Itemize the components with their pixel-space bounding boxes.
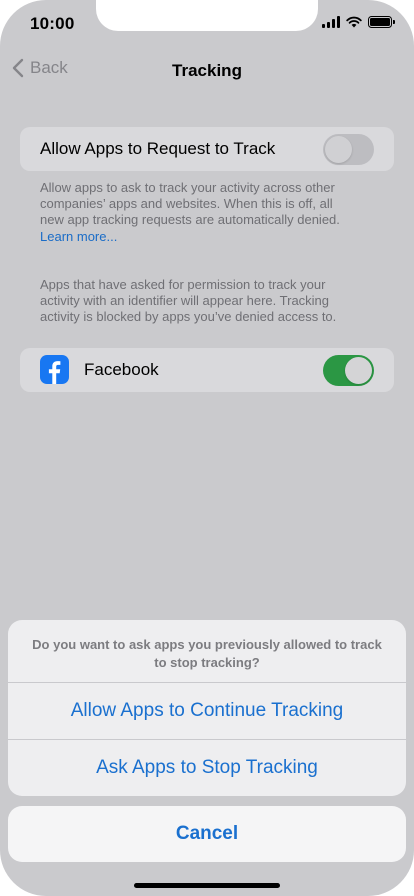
- allow-request-toggle[interactable]: [323, 134, 374, 165]
- apps-info-text: Apps that have asked for permission to t…: [40, 277, 337, 325]
- learn-more-link[interactable]: Learn more...: [40, 229, 117, 244]
- ask-stop-tracking-button[interactable]: Ask Apps to Stop Tracking: [8, 740, 406, 796]
- home-indicator: [134, 883, 280, 888]
- status-icons: [322, 16, 395, 28]
- allow-request-label: Allow Apps to Request to Track: [40, 139, 276, 158]
- app-name: Facebook: [84, 360, 159, 379]
- action-sheet: Do you want to ask apps you previously a…: [8, 620, 406, 796]
- navigation-bar: Back Tracking: [0, 56, 414, 86]
- allow-request-row: Allow Apps to Request to Track: [20, 127, 394, 171]
- wifi-icon: [346, 16, 362, 28]
- page-title: Tracking: [172, 61, 242, 80]
- footnote-text: Allow apps to ask to track your activity…: [40, 180, 340, 228]
- app-row-facebook: Facebook: [20, 348, 394, 392]
- notch: [96, 0, 318, 31]
- cellular-signal-icon: [322, 16, 340, 28]
- facebook-tracking-toggle[interactable]: [323, 355, 374, 386]
- facebook-icon: [40, 355, 69, 384]
- toggle-knob: [345, 357, 372, 384]
- allow-continue-tracking-button[interactable]: Allow Apps to Continue Tracking: [8, 683, 406, 739]
- action-sheet-message: Do you want to ask apps you previously a…: [32, 637, 382, 670]
- status-time: 10:00: [30, 14, 75, 33]
- battery-icon: [368, 16, 395, 28]
- cancel-button[interactable]: Cancel: [8, 806, 406, 862]
- toggle-knob: [325, 136, 352, 163]
- phone-screen: 10:00 Back Tracking Allow Apps to Reques…: [0, 0, 414, 896]
- allow-request-footnote: Allow apps to ask to track your activity…: [40, 180, 360, 245]
